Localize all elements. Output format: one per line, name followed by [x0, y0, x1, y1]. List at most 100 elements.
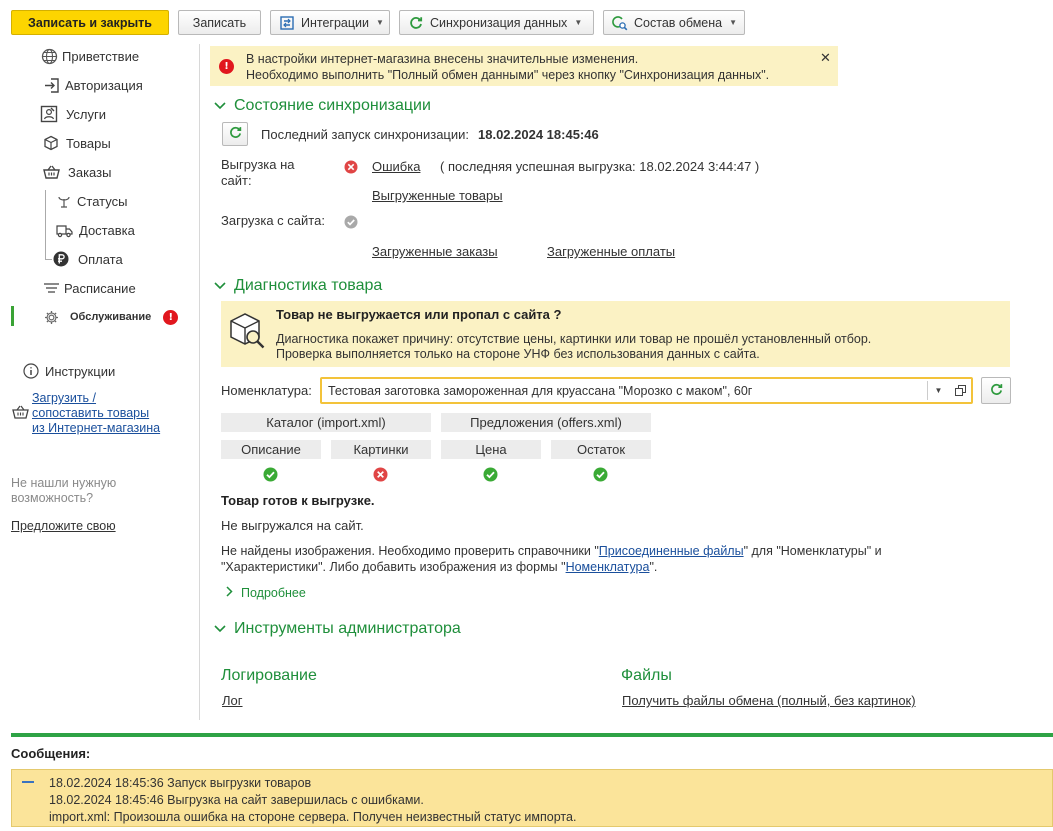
text-part: "Характеристики". Либо добавить изображе…: [221, 560, 566, 574]
exchange-content-menu-button[interactable]: Состав обмена ▼: [603, 10, 745, 35]
last-run-label: Последний запуск синхронизации:: [261, 127, 469, 142]
log-link[interactable]: Лог: [222, 693, 243, 708]
text-part: ".: [649, 560, 658, 574]
gear-icon: [42, 308, 60, 326]
more-details-toggle[interactable]: Подробнее: [226, 586, 306, 600]
error-icon: [344, 160, 358, 177]
chevron-down-icon: ▼: [376, 18, 384, 27]
uploaded-goods-link[interactable]: Выгруженные товары: [372, 188, 503, 203]
sidebar-item-label: Обслуживание: [70, 311, 152, 323]
sidebar-item-label: Расписание: [64, 280, 136, 296]
sidebar-item-delivery[interactable]: Доставка: [55, 220, 135, 240]
collapse-icon[interactable]: [22, 781, 34, 783]
check-ok-icon: [263, 467, 278, 482]
sidebar-item-payment[interactable]: Оплата: [52, 249, 123, 269]
sidebar-item-services[interactable]: Услуги: [40, 104, 106, 124]
active-item-indicator: [11, 306, 14, 326]
warning-icon: !: [219, 59, 234, 74]
chevron-down-icon: [214, 622, 226, 636]
services-icon: [40, 105, 58, 123]
sidebar-item-label: Приветствие: [62, 48, 140, 64]
section-title: Диагностика товара: [234, 277, 383, 294]
messages-panel[interactable]: 18.02.2024 18:45:36 Запуск выгрузки това…: [11, 769, 1053, 827]
instructions-label: Инструкции: [45, 363, 116, 379]
admin-tools-section-toggle[interactable]: Инструменты администратора: [214, 620, 461, 638]
basket-icon: [42, 163, 60, 181]
alert-badge: !: [163, 309, 179, 325]
sidebar-item-maintenance[interactable]: Обслуживание !: [42, 307, 179, 327]
tree-line: [45, 190, 52, 210]
diagnostics-description: Диагностика покажет причину: отсутствие …: [276, 332, 871, 362]
offers-group-header: Предложения (offers.xml): [441, 413, 651, 432]
files-heading: Файлы: [621, 667, 672, 684]
not-found-hint: Не нашли нужную возможность?: [11, 476, 116, 506]
integrations-label: Интеграции: [301, 15, 370, 30]
section-title: Инструменты администратора: [234, 620, 461, 637]
tree-line: [45, 238, 52, 260]
refresh-diagnostics-button[interactable]: [981, 377, 1011, 404]
box-icon: [42, 134, 60, 152]
sidebar-item-schedule[interactable]: Расписание: [42, 278, 136, 298]
chevron-down-icon: ▼: [729, 18, 738, 27]
chevron-down-icon[interactable]: ▼: [927, 381, 949, 400]
save-button[interactable]: Записать: [178, 10, 261, 35]
sidebar-item-label: Заказы: [68, 164, 112, 180]
chevron-right-icon: [226, 586, 233, 600]
last-success-upload: ( последняя успешная выгрузка: 18.02.202…: [440, 159, 760, 174]
diagnostics-section-toggle[interactable]: Диагностика товара: [214, 277, 382, 295]
sidebar-item-welcome[interactable]: Приветствие: [40, 46, 139, 66]
logging-heading: Логирование: [221, 667, 317, 684]
nomenclature-form-link[interactable]: Номенклатура: [566, 560, 650, 574]
sidebar-item-orders[interactable]: Заказы: [42, 162, 111, 182]
suggest-link[interactable]: Предложите свою: [11, 519, 116, 533]
upload-label: Выгрузка на сайт:: [221, 157, 295, 189]
sidebar-item-authorization[interactable]: Авторизация: [43, 75, 143, 95]
upload-error-link[interactable]: Ошибка: [372, 159, 420, 174]
check-ok-icon: [483, 467, 498, 482]
integrations-menu-button[interactable]: Интеграции ▼: [270, 10, 390, 35]
downloaded-payments-link[interactable]: Загруженные оплаты: [547, 244, 675, 259]
section-title: Состояние синхронизации: [234, 97, 431, 114]
close-icon[interactable]: ✕: [820, 50, 831, 66]
schedule-icon: [42, 279, 60, 297]
text-part: " для "Номенклатуры" и: [743, 544, 882, 558]
check-header-images: Картинки: [331, 440, 431, 459]
diagnostics-question: Товар не выгружается или пропал с сайта …: [276, 307, 562, 322]
images-not-found-text: Не найдены изображения. Необходимо прове…: [221, 543, 941, 575]
sync-data-menu-button[interactable]: Синхронизация данных ▼: [399, 10, 594, 35]
desc-line: Проверка выполняется только на стороне У…: [276, 347, 760, 361]
more-label: Подробнее: [241, 586, 306, 600]
messages-divider: [11, 733, 1053, 737]
open-icon[interactable]: [949, 381, 971, 400]
sidebar-item-label: Услуги: [66, 106, 106, 122]
attached-files-link[interactable]: Присоединенные файлы: [599, 544, 744, 558]
upload-match-goods-link[interactable]: Загрузить / сопоставить товары из Интерн…: [32, 391, 160, 436]
hint-line: возможность?: [11, 491, 94, 505]
status-icon: [55, 192, 73, 210]
check-header-description: Описание: [221, 440, 321, 459]
message-line: 18.02.2024 18:45:46 Выгрузка на сайт зав…: [49, 793, 424, 807]
check-header-price: Цена: [441, 440, 541, 459]
instructions-link[interactable]: Инструкции: [22, 361, 115, 381]
sync-state-section-toggle[interactable]: Состояние синхронизации: [214, 97, 431, 115]
info-icon: [22, 362, 40, 380]
label-line: Выгрузка на: [221, 157, 295, 172]
last-run-value: 18.02.2024 18:45:46: [478, 127, 599, 142]
nomenclature-field[interactable]: Тестовая заготовка замороженная для круа…: [320, 377, 973, 404]
sidebar-item-goods[interactable]: Товары: [42, 133, 111, 153]
sidebar-item-statuses[interactable]: Статусы: [55, 191, 127, 211]
refresh-icon: [989, 382, 1004, 400]
label-line: сайт:: [221, 173, 252, 188]
downloaded-orders-link[interactable]: Загруженные заказы: [372, 244, 498, 259]
truck-icon: [55, 221, 73, 239]
save-and-close-button[interactable]: Записать и закрыть: [11, 10, 169, 35]
refresh-sync-button[interactable]: [222, 122, 248, 146]
sidebar-divider: [199, 44, 200, 720]
sync-icon: [408, 15, 424, 31]
exchange-content-label: Состав обмена: [634, 15, 723, 30]
link-line: из Интернет-магазина: [32, 421, 161, 435]
basket-icon: [12, 404, 29, 423]
get-exchange-files-link[interactable]: Получить файлы обмена (полный, без карти…: [622, 693, 916, 708]
ruble-icon: [52, 250, 70, 268]
exchange-search-icon: [612, 15, 628, 31]
